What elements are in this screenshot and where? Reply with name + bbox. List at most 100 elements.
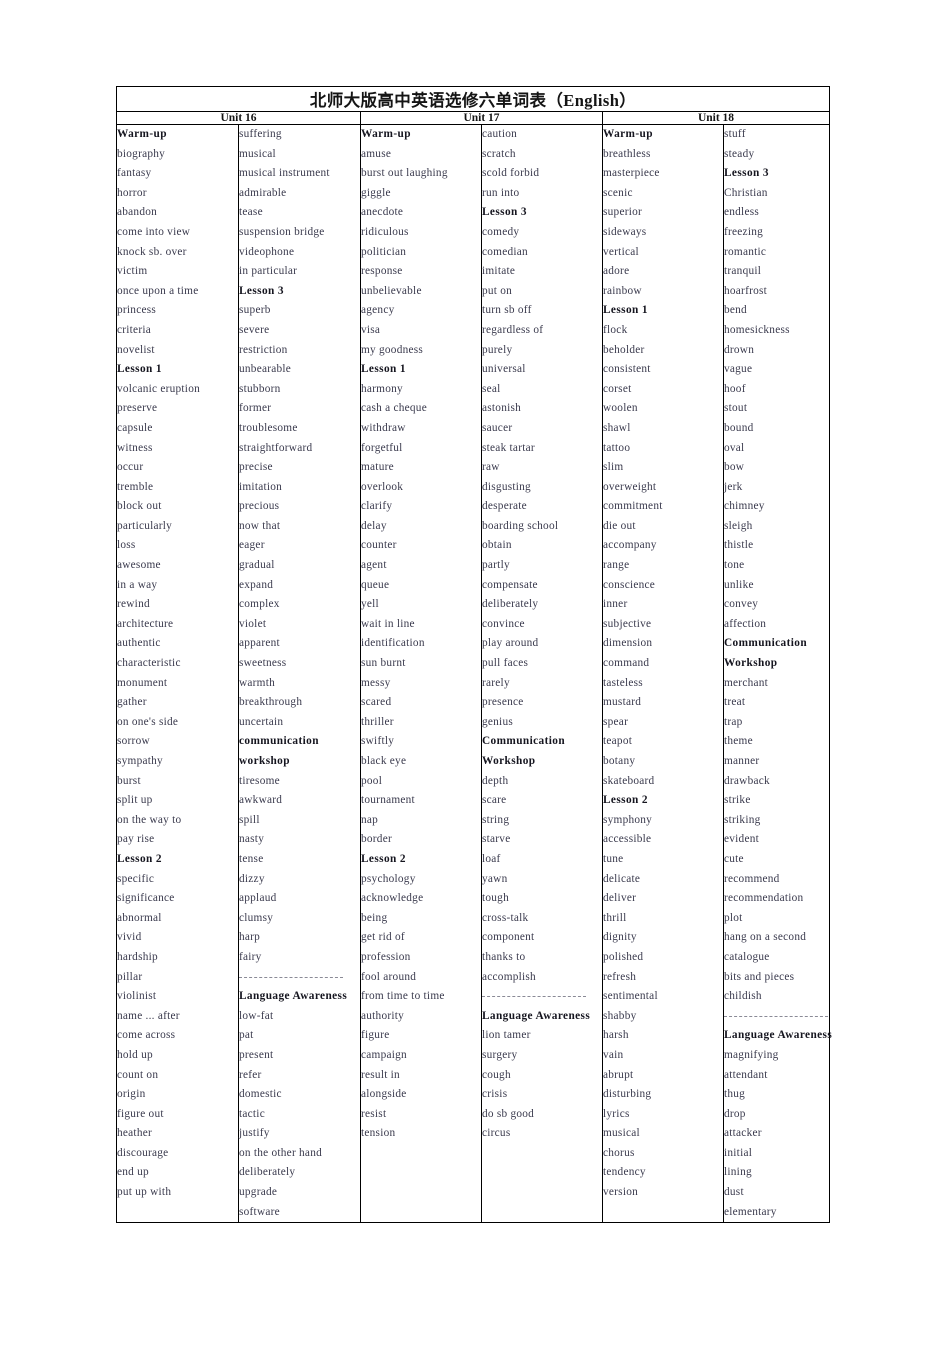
vocabulary-word: depth [482, 774, 509, 787]
vocabulary-word: consistent [603, 363, 651, 376]
vocabulary-word: conscience [603, 578, 656, 591]
vocabulary-word: harmony [361, 382, 403, 395]
vocabulary-word: drawback [724, 774, 770, 787]
vocabulary-word: ridiculous [361, 225, 409, 238]
vocabulary-word: psychology [361, 872, 416, 885]
vocabulary-word: particularly [117, 519, 173, 532]
vocabulary-word: bend [724, 304, 747, 317]
vocabulary-word: politician [361, 245, 407, 258]
vocabulary-word: scenic [603, 186, 633, 199]
vocabulary-word: thug [724, 1088, 746, 1101]
vocabulary-word: delay [361, 519, 387, 532]
vocabulary-word: chimney [724, 500, 765, 513]
unit-header-16: Unit 16 [116, 111, 361, 125]
vocabulary-word: sympathy [117, 755, 163, 767]
vocabulary-word: musical [239, 147, 276, 160]
vocabulary-table: 北师大版高中英语选修六单词表（English） Unit 16 Unit 17 … [115, 86, 833, 1224]
vocabulary-word: justify [239, 1127, 270, 1140]
section-heading: Lesson 3 [482, 206, 527, 219]
section-heading: Communication [482, 735, 566, 748]
vocabulary-word: biography [117, 147, 166, 160]
vocabulary-word: sideways [603, 225, 647, 238]
vocabulary-word: pool [361, 774, 383, 787]
vocabulary-word: wait in line [361, 617, 415, 630]
vocabulary-word: partly [482, 559, 510, 572]
vocabulary-word: unlike [724, 578, 754, 591]
vocabulary-word: flock [603, 323, 628, 336]
vocabulary-word: tendency [603, 1166, 646, 1179]
vocabulary-word: expand [239, 578, 274, 591]
vocabulary-word: figure [361, 1029, 390, 1042]
vocabulary-word: rewind [117, 598, 150, 611]
vocabulary-word: violet [239, 617, 267, 630]
vocabulary-word: stuff [724, 128, 746, 140]
vocabulary-word: recommend [724, 872, 780, 885]
vocabulary-word: scold forbid [482, 167, 540, 180]
vocabulary-word: victim [117, 265, 148, 278]
vocabulary-word: withdraw [361, 421, 406, 434]
unit-header-17: Unit 17 [360, 111, 603, 125]
vocabulary-word: alongside [361, 1088, 407, 1101]
vocabulary-word: range [603, 559, 630, 572]
vocabulary-word: treat [724, 696, 746, 709]
vocabulary-word: abandon [117, 206, 158, 219]
vocabulary-word: caution [482, 128, 518, 140]
vocabulary-word: evident [724, 833, 760, 846]
word-column-unit17-a: Warm-up amuse burst out laughing giggle anec… [360, 123, 482, 1224]
vocabulary-word: run into [482, 186, 520, 199]
vocabulary-word: astonish [482, 402, 522, 415]
vocabulary-word: get rid of [361, 931, 405, 944]
vocabulary-word: magnifying [724, 1048, 779, 1061]
vocabulary-word: comedian [482, 245, 528, 258]
vocabulary-word: shabby [603, 1009, 637, 1022]
vocabulary-word: agent [361, 559, 387, 572]
vocabulary-word: striking [724, 813, 761, 826]
vocabulary-word: precious [239, 500, 280, 513]
vocabulary-word: tune [603, 852, 624, 865]
vocabulary-word: unbelievable [361, 284, 422, 297]
vocabulary-word: architecture [117, 617, 174, 630]
section-divider [239, 968, 360, 988]
vocabulary-word: superior [603, 206, 643, 219]
vocabulary-word: present [239, 1048, 274, 1061]
vocabulary-word: lion tamer [482, 1029, 531, 1042]
vocabulary-word: authentic [117, 637, 161, 650]
vocabulary-word: deliberately [239, 1166, 296, 1179]
vocabulary-word: giggle [361, 186, 391, 199]
vocabulary-word: cash a cheque [361, 402, 427, 415]
vocabulary-word: masterpiece [603, 167, 660, 180]
section-heading: Lesson 1 [361, 363, 406, 376]
vocabulary-word: tension [361, 1127, 396, 1140]
vocabulary-word: polished [603, 950, 644, 963]
vocabulary-word: overlook [361, 480, 404, 493]
vocabulary-word: capsule [117, 421, 153, 434]
section-heading: Workshop [482, 755, 536, 767]
vocabulary-word: witness [117, 441, 153, 454]
vocabulary-word: tease [239, 206, 263, 219]
vocabulary-word: figure out [117, 1107, 164, 1120]
vocabulary-word: elementary [724, 1205, 777, 1218]
vocabulary-word: put on [482, 284, 513, 297]
vocabulary-word: being [361, 911, 388, 924]
vocabulary-word: deliver [603, 892, 637, 905]
vocabulary-word: specific [117, 872, 155, 885]
vocabulary-word: boarding school [482, 519, 559, 532]
vocabulary-word: scared [361, 696, 392, 709]
section-heading: Language Awareness [724, 1029, 833, 1042]
vocabulary-word: princess [117, 304, 157, 317]
vocabulary-word: compensate [482, 578, 538, 591]
vocabulary-word: result in [361, 1068, 400, 1081]
vocabulary-word: in a way [117, 578, 158, 591]
vocabulary-word: discourage [117, 1146, 169, 1159]
dashed-line [239, 968, 360, 988]
vocabulary-word: scratch [482, 147, 516, 160]
section-divider [724, 1007, 829, 1027]
vocabulary-word: loaf [482, 852, 501, 865]
vocabulary-word: on the way to [117, 813, 182, 826]
section-heading: Warm-up [361, 128, 411, 140]
section-heading: Lesson 2 [603, 794, 648, 807]
vocabulary-word: tough [482, 892, 509, 905]
vocabulary-word: strike [724, 794, 751, 807]
vocabulary-word: come across [117, 1029, 176, 1042]
vocabulary-word: inner [603, 598, 628, 611]
